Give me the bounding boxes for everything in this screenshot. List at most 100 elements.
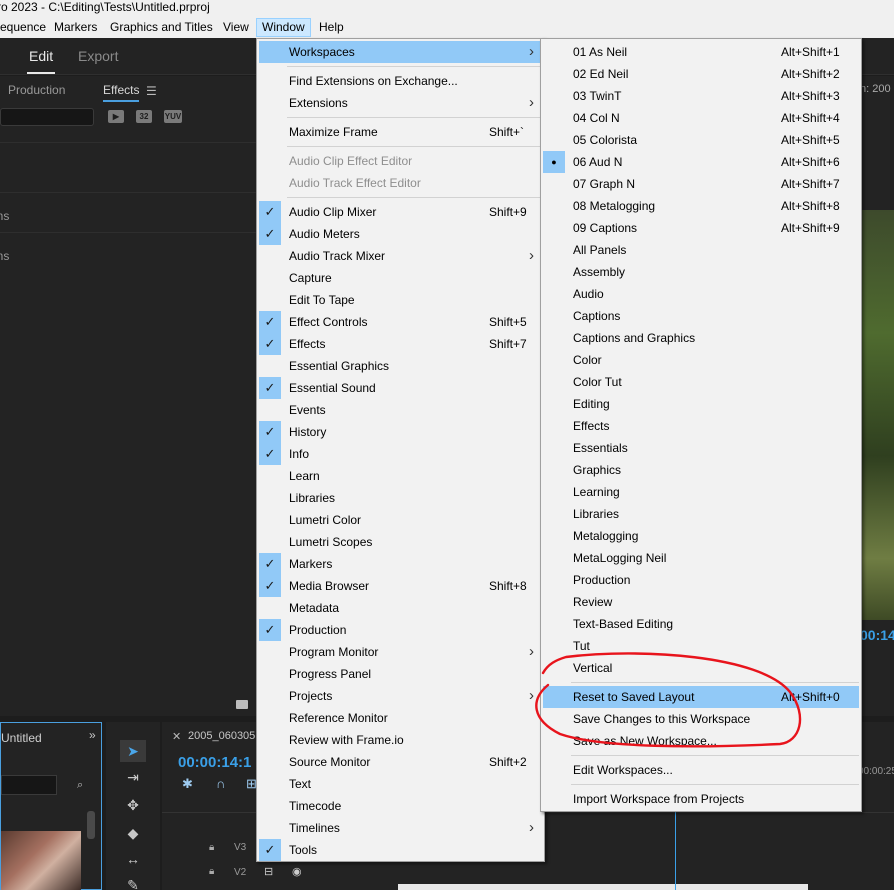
window-menu-item-production[interactable]: ✓ Production (259, 619, 542, 641)
workspace-item-edit-workspaces[interactable]: Edit Workspaces... (543, 759, 859, 781)
window-menu-item-progress-panel[interactable]: Progress Panel (259, 663, 542, 685)
workspace-item-save-changes-to-this-workspace[interactable]: Save Changes to this Workspace (543, 708, 859, 730)
eye-icon[interactable]: ◉ (292, 865, 302, 878)
selection-tool-icon[interactable]: ➤ (120, 740, 146, 762)
window-menu-item-capture[interactable]: Capture (259, 267, 542, 289)
window-menu-item-audio-meters[interactable]: ✓ Audio Meters (259, 223, 542, 245)
razor-tool-icon[interactable]: ◆ (120, 822, 146, 844)
workspace-item-tut[interactable]: Tut (543, 635, 859, 657)
tab-edit[interactable]: Edit (26, 48, 56, 74)
list-item[interactable]: ons (0, 232, 258, 272)
workspace-item-learning[interactable]: Learning (543, 481, 859, 503)
window-menu-item-tools[interactable]: ✓ Tools (259, 839, 542, 861)
tab-export[interactable]: Export (78, 48, 118, 64)
workspace-item-editing[interactable]: Editing (543, 393, 859, 415)
pen-tool-icon[interactable]: ✎ (120, 874, 146, 890)
window-menu-item-find-extensions-on-exchange[interactable]: Find Extensions on Exchange... (259, 70, 542, 92)
workspace-item-03-twint[interactable]: 03 TwinT Alt+Shift+3 (543, 85, 859, 107)
window-menu-item-audio-clip-effect-editor[interactable]: Audio Clip Effect Editor (259, 150, 542, 172)
scrollbar[interactable] (87, 811, 95, 839)
workspace-item-metalogging[interactable]: Metalogging (543, 525, 859, 547)
window-menu-item-effect-controls[interactable]: ✓ Effect Controls Shift+5 (259, 311, 542, 333)
timeline-timecode[interactable]: 00:00:14:1 (178, 754, 251, 771)
window-menu-item-program-monitor[interactable]: Program Monitor › (259, 641, 542, 663)
track-label-v2[interactable]: V2 (234, 867, 246, 878)
workspace-item-color-tut[interactable]: Color Tut (543, 371, 859, 393)
window-menu-item-metadata[interactable]: Metadata (259, 597, 542, 619)
sync-lock-icon[interactable]: ⊟ (264, 865, 273, 878)
window-menu-item-lumetri-color[interactable]: Lumetri Color (259, 509, 542, 531)
workspace-item-text-based-editing[interactable]: Text-Based Editing (543, 613, 859, 635)
tab-production[interactable]: Production (8, 83, 65, 97)
menu-help[interactable]: Help (314, 18, 349, 37)
menu-graphics-and-titles[interactable]: Graphics and Titles (105, 18, 218, 37)
workspace-item-import-workspace-from-projects[interactable]: Import Workspace from Projects (543, 788, 859, 810)
window-menu-item-timecode[interactable]: Timecode (259, 795, 542, 817)
program-timecode[interactable]: 00:14: (860, 627, 894, 643)
window-menu-item-edit-to-tape[interactable]: Edit To Tape (259, 289, 542, 311)
window-menu-item-extensions[interactable]: Extensions › (259, 92, 542, 114)
workspace-item-all-panels[interactable]: All Panels (543, 239, 859, 261)
workspace-item-07-graph-n[interactable]: 07 Graph N Alt+Shift+7 (543, 173, 859, 195)
window-menu-item-text[interactable]: Text (259, 773, 542, 795)
workspace-item-01-as-neil[interactable]: 01 As Neil Alt+Shift+1 (543, 41, 859, 63)
workspace-item-production[interactable]: Production (543, 569, 859, 591)
window-menu-item-learn[interactable]: Learn (259, 465, 542, 487)
window-menu-item-source-monitor[interactable]: Source Monitor Shift+2 (259, 751, 542, 773)
window-menu-item-workspaces[interactable]: Workspaces › (259, 41, 542, 63)
workspace-item-02-ed-neil[interactable]: 02 Ed Neil Alt+Shift+2 (543, 63, 859, 85)
effects-search-input[interactable] (0, 108, 94, 126)
close-icon[interactable]: ✕ (172, 730, 181, 743)
lock-icon[interactable]: 🔒︎ (209, 866, 214, 877)
yuv-effects-icon[interactable]: YUV (164, 110, 182, 123)
window-menu-item-events[interactable]: Events (259, 399, 542, 421)
project-search-input[interactable] (1, 775, 57, 795)
workspace-item-assembly[interactable]: Assembly (543, 261, 859, 283)
workspace-item-09-captions[interactable]: 09 Captions Alt+Shift+9 (543, 217, 859, 239)
find-icon[interactable]: ⌕ (77, 779, 83, 792)
workspace-item-04-col-n[interactable]: 04 Col N Alt+Shift+4 (543, 107, 859, 129)
workspace-item-effects[interactable]: Effects (543, 415, 859, 437)
workspace-item-libraries[interactable]: Libraries (543, 503, 859, 525)
project-panel-title[interactable]: Untitled (1, 731, 42, 745)
track-select-tool-icon[interactable]: ⇥ (120, 766, 146, 788)
window-menu-item-lumetri-scopes[interactable]: Lumetri Scopes (259, 531, 542, 553)
workspace-item-vertical[interactable]: Vertical (543, 657, 859, 679)
window-menu-item-essential-sound[interactable]: ✓ Essential Sound (259, 377, 542, 399)
list-item[interactable]: ts (0, 142, 258, 182)
menu-view[interactable]: View (218, 18, 254, 37)
workspace-item-08-metalogging[interactable]: 08 Metalogging Alt+Shift+8 (543, 195, 859, 217)
workspace-item-reset-to-saved-layout[interactable]: Reset to Saved Layout Alt+Shift+0 (543, 686, 859, 708)
snap-icon[interactable]: ✱ (182, 776, 193, 792)
window-menu-item-info[interactable]: ✓ Info (259, 443, 542, 465)
lock-icon[interactable]: 🔒︎ (209, 842, 214, 853)
workspace-item-06-aud-n[interactable]: ● 06 Aud N Alt+Shift+6 (543, 151, 859, 173)
window-menu-item-audio-track-effect-editor[interactable]: Audio Track Effect Editor (259, 172, 542, 194)
workspace-item-color[interactable]: Color (543, 349, 859, 371)
workspace-item-captions-and-graphics[interactable]: Captions and Graphics (543, 327, 859, 349)
menu-sequence[interactable]: equence (0, 18, 51, 37)
clip-bar[interactable] (398, 884, 808, 890)
window-menu-item-history[interactable]: ✓ History (259, 421, 542, 443)
accelerated-effects-icon[interactable]: ▶ (108, 110, 124, 123)
workspace-item-05-colorista[interactable]: 05 Colorista Alt+Shift+5 (543, 129, 859, 151)
window-menu-item-review-with-frame-io[interactable]: Review with Frame.io (259, 729, 542, 751)
32bit-effects-icon[interactable]: 32 (136, 110, 152, 123)
window-menu-item-media-browser[interactable]: ✓ Media Browser Shift+8 (259, 575, 542, 597)
workspace-item-metalogging-neil[interactable]: MetaLogging Neil (543, 547, 859, 569)
window-menu-item-audio-track-mixer[interactable]: Audio Track Mixer › (259, 245, 542, 267)
window-menu-item-libraries[interactable]: Libraries (259, 487, 542, 509)
window-menu-item-maximize-frame[interactable]: Maximize Frame Shift+` (259, 121, 542, 143)
menu-window[interactable]: Window (256, 18, 311, 37)
slip-tool-icon[interactable]: ↔ (120, 848, 146, 870)
tab-import-edge[interactable] (0, 48, 4, 62)
window-menu-item-essential-graphics[interactable]: Essential Graphics (259, 355, 542, 377)
sequence-tab[interactable]: 2005_060305 (188, 730, 255, 742)
track-label-v3[interactable]: V3 (234, 842, 246, 853)
window-menu-item-timelines[interactable]: Timelines › (259, 817, 542, 839)
folder-icon[interactable] (236, 700, 248, 709)
workspace-item-graphics[interactable]: Graphics (543, 459, 859, 481)
menu-markers[interactable]: Markers (49, 18, 102, 37)
window-menu-item-reference-monitor[interactable]: Reference Monitor (259, 707, 542, 729)
ripple-edit-tool-icon[interactable]: ✥ (120, 794, 146, 816)
